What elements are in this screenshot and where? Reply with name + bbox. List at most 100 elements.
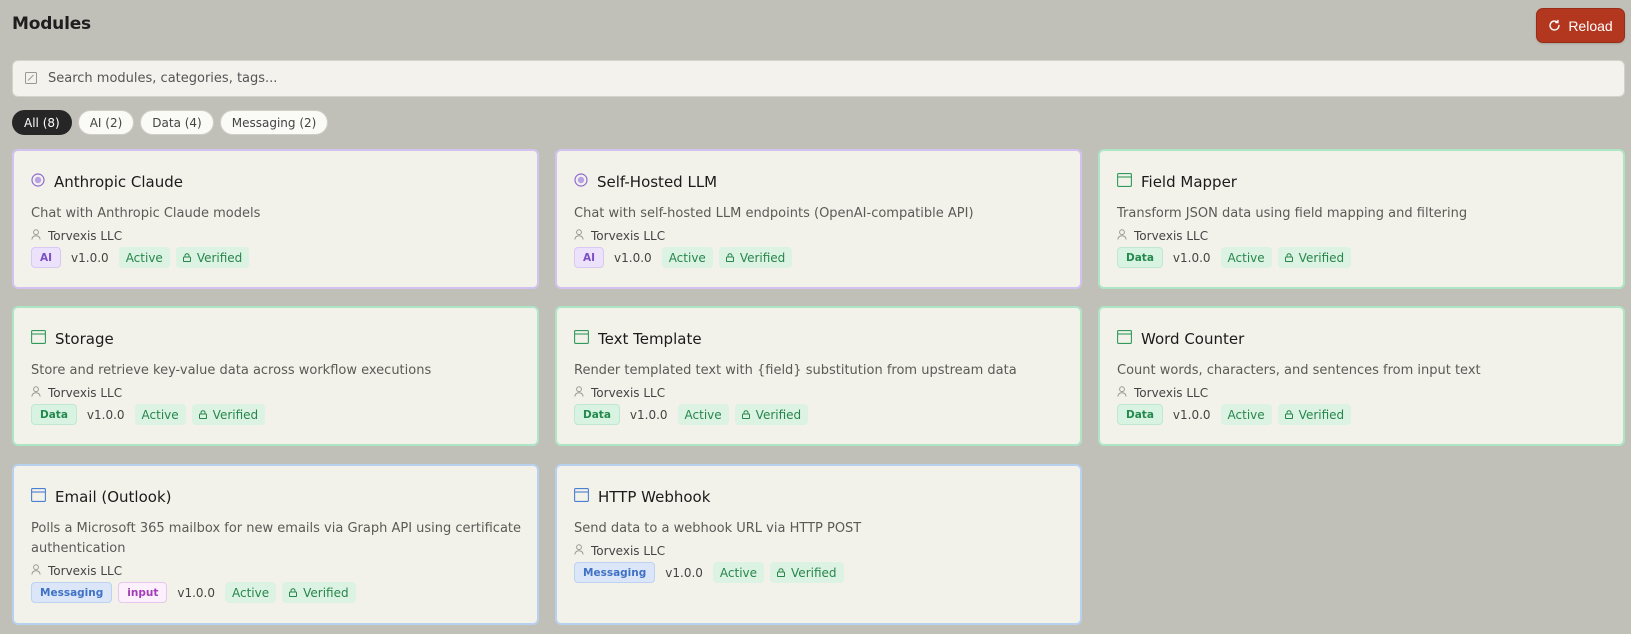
module-version: v1.0.0 <box>86 407 125 422</box>
module-version: v1.0.0 <box>1172 250 1211 265</box>
category-tag: Data <box>574 404 620 425</box>
search-input[interactable] <box>48 61 1624 96</box>
module-title: Self-Hosted LLM <box>597 172 718 191</box>
module-version: v1.0.0 <box>629 407 668 422</box>
module-title: Storage <box>55 329 114 348</box>
module-author: Torvexis LLC <box>574 544 665 558</box>
category-tag: AI <box>574 247 605 268</box>
verified-label: Verified <box>755 407 802 422</box>
verified-badge: Verified <box>282 582 356 603</box>
status-badge: Active <box>1220 247 1272 268</box>
status-badge: Active <box>1220 404 1272 425</box>
verified-badge: Verified <box>1277 247 1352 268</box>
status-badge: Active <box>712 562 765 583</box>
author-name: Torvexis LLC <box>48 564 123 578</box>
reload-icon <box>1548 19 1561 32</box>
module-description: Count words, characters, and sentences f… <box>1117 363 1481 378</box>
window-icon <box>31 329 46 348</box>
module-tags: AI v1.0.0 Active Verified <box>574 247 793 268</box>
reload-button[interactable]: Reload <box>1536 8 1625 43</box>
module-version: v1.0.0 <box>614 250 652 265</box>
verified-label: Verified <box>196 250 243 265</box>
module-tags: Data v1.0.0 Active Verified <box>574 404 809 425</box>
author-name: Torvexis LLC <box>48 386 123 400</box>
module-card[interactable]: Self-Hosted LLM Chat with self-hosted LL… <box>555 149 1082 289</box>
verified-label: Verified <box>739 250 786 265</box>
search-box[interactable] <box>12 60 1625 97</box>
module-card[interactable]: Word Counter Count words, characters, an… <box>1098 306 1625 446</box>
window-icon <box>574 487 589 506</box>
module-description: Polls a Microsoft 365 mailbox for new em… <box>31 521 522 556</box>
lock-icon <box>1284 408 1293 422</box>
lock-icon <box>182 251 191 265</box>
filter-chip-ai[interactable]: AI (2) <box>77 110 135 135</box>
category-tag: Messaging <box>574 562 656 583</box>
module-card[interactable]: Text Template Render templated text with… <box>555 306 1082 446</box>
module-card[interactable]: Field Mapper Transform JSON data using f… <box>1098 149 1625 289</box>
module-author: Torvexis LLC <box>31 229 122 243</box>
lock-icon <box>198 408 207 422</box>
module-card[interactable]: HTTP Webhook Send data to a webhook URL … <box>555 464 1082 625</box>
verified-label: Verified <box>1298 250 1345 265</box>
verified-badge: Verified <box>191 404 266 425</box>
module-author: Torvexis LLC <box>574 229 665 243</box>
category-tag: AI <box>31 247 62 268</box>
module-version: v1.0.0 <box>177 585 215 600</box>
window-icon <box>1117 329 1132 348</box>
module-description: Chat with Anthropic Claude models <box>31 206 261 221</box>
author-name: Torvexis LLC <box>1134 386 1209 400</box>
verified-badge: Verified <box>718 247 793 268</box>
module-title: Email (Outlook) <box>55 487 172 506</box>
lock-icon <box>725 251 734 265</box>
module-version: v1.0.0 <box>665 565 703 580</box>
status-badge: Active <box>677 404 729 425</box>
module-title: Anthropic Claude <box>54 172 183 191</box>
lock-icon <box>1284 251 1293 265</box>
user-icon <box>31 564 41 578</box>
filter-chip-data[interactable]: Data (4) <box>140 110 214 135</box>
module-title: HTTP Webhook <box>598 487 711 506</box>
module-card[interactable]: Storage Store and retrieve key-value dat… <box>12 306 539 446</box>
module-card[interactable]: Email (Outlook) Polls a Microsoft 365 ma… <box>12 464 539 625</box>
verified-label: Verified <box>303 585 349 600</box>
category-tag: Data <box>31 404 77 425</box>
module-description: Chat with self-hosted LLM endpoints (Ope… <box>574 206 974 221</box>
window-icon <box>31 487 46 506</box>
category-tag: Data <box>1117 404 1163 425</box>
input-tag: input <box>118 582 168 603</box>
search-icon <box>25 69 37 88</box>
module-tags: Messaging v1.0.0 Active Verified <box>574 562 844 583</box>
status-badge: Active <box>661 247 713 268</box>
circle-icon <box>31 172 45 191</box>
filter-chip-messaging[interactable]: Messaging (2) <box>219 110 329 135</box>
module-description: Transform JSON data using field mapping … <box>1117 206 1468 221</box>
category-filters: All (8) AI (2) Data (4) Messaging (2) <box>12 110 329 135</box>
module-author: Torvexis LLC <box>31 564 122 578</box>
user-icon <box>1117 386 1127 400</box>
author-name: Torvexis LLC <box>591 386 666 400</box>
lock-icon <box>777 566 786 580</box>
category-tag: Messaging <box>31 582 113 603</box>
verified-badge: Verified <box>734 404 809 425</box>
module-title: Text Template <box>598 329 702 348</box>
module-author: Torvexis LLC <box>1117 229 1208 243</box>
verified-badge: Verified <box>175 247 250 268</box>
verified-badge: Verified <box>770 562 844 583</box>
filter-chip-all[interactable]: All (8) <box>12 110 72 135</box>
author-name: Torvexis LLC <box>591 544 666 558</box>
verified-label: Verified <box>212 407 259 422</box>
user-icon <box>574 229 584 243</box>
module-card[interactable]: Anthropic Claude Chat with Anthropic Cla… <box>12 149 539 289</box>
module-title: Field Mapper <box>1141 172 1237 191</box>
verified-badge: Verified <box>1277 404 1352 425</box>
category-tag: Data <box>1117 247 1163 268</box>
module-tags: Messaging input v1.0.0 Active Verified <box>31 582 356 603</box>
window-icon <box>574 329 589 348</box>
module-version: v1.0.0 <box>1172 407 1211 422</box>
user-icon <box>574 544 584 558</box>
circle-icon <box>574 172 588 191</box>
verified-label: Verified <box>1298 407 1345 422</box>
user-icon <box>1117 229 1127 243</box>
user-icon <box>574 386 584 400</box>
module-title: Word Counter <box>1141 329 1245 348</box>
